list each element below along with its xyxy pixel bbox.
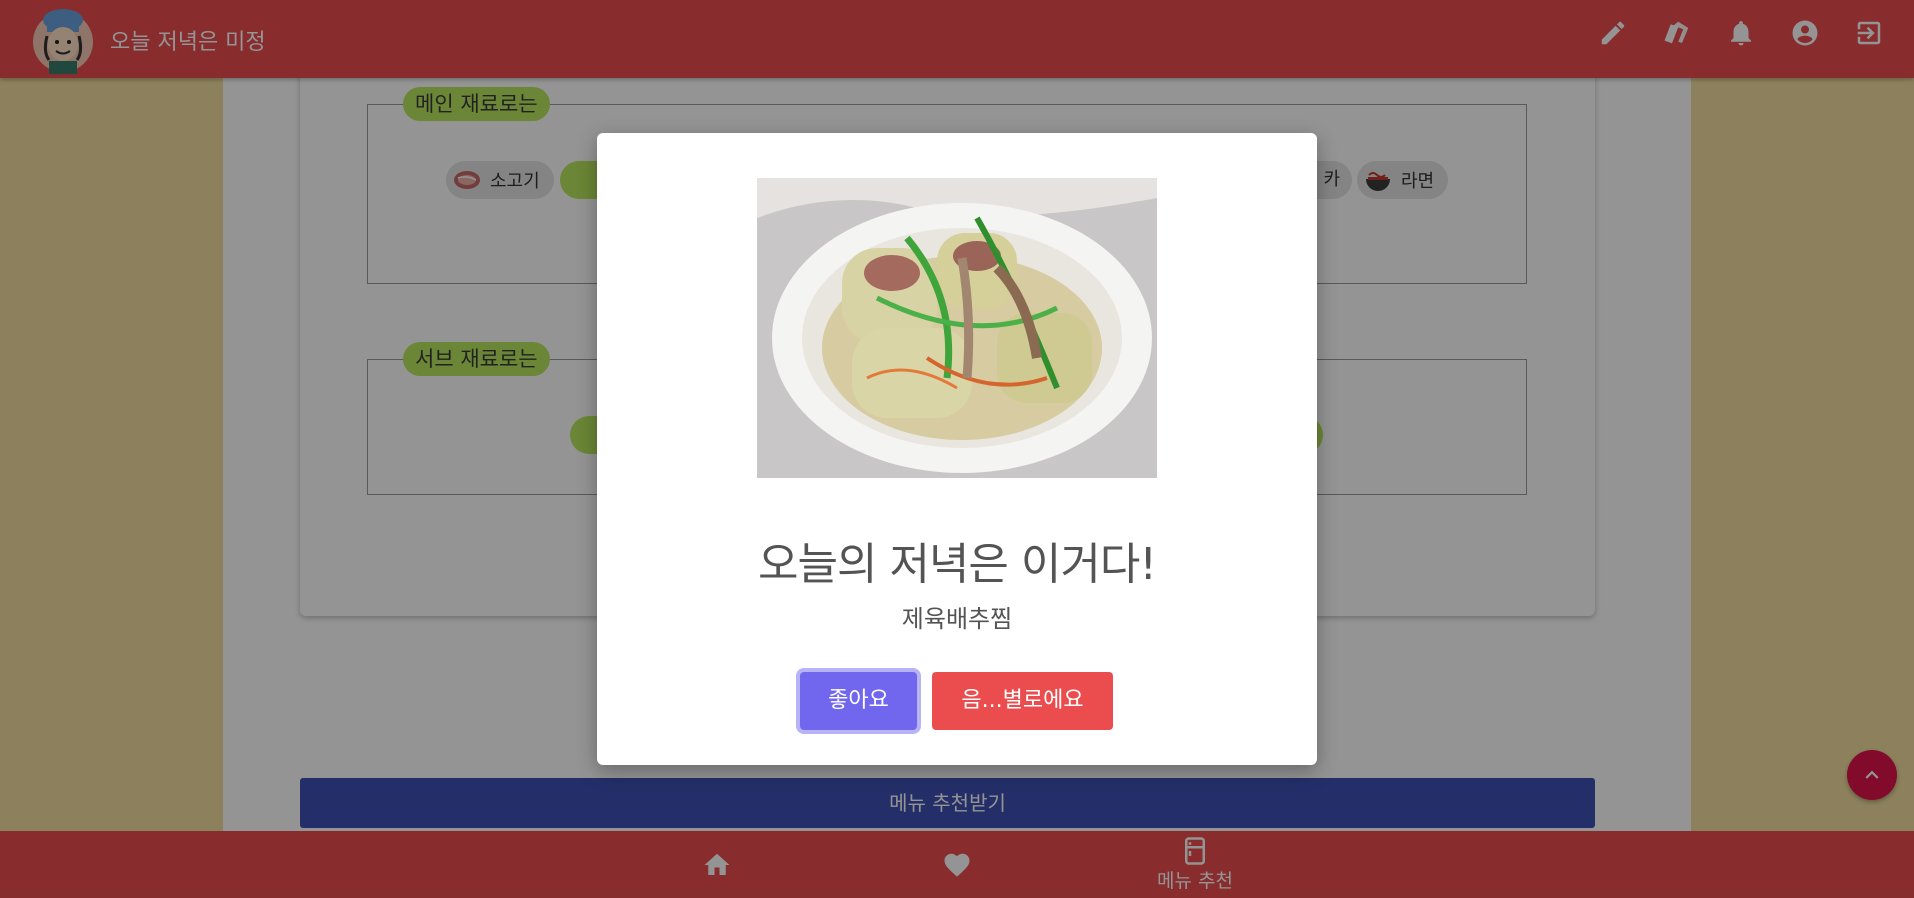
dialog-title: 오늘의 저녁은 이거다! (758, 539, 1157, 590)
food-photo (757, 178, 1157, 478)
recommended-menu-name: 제육배추찜 (901, 605, 1013, 633)
dislike-button[interactable]: 음...별로에요 (932, 672, 1113, 730)
like-button[interactable]: 좋아요 (800, 672, 917, 730)
recommendation-dialog: 오늘의 저녁은 이거다! 제육배추찜 좋아요 음...별로에요 (597, 133, 1317, 765)
